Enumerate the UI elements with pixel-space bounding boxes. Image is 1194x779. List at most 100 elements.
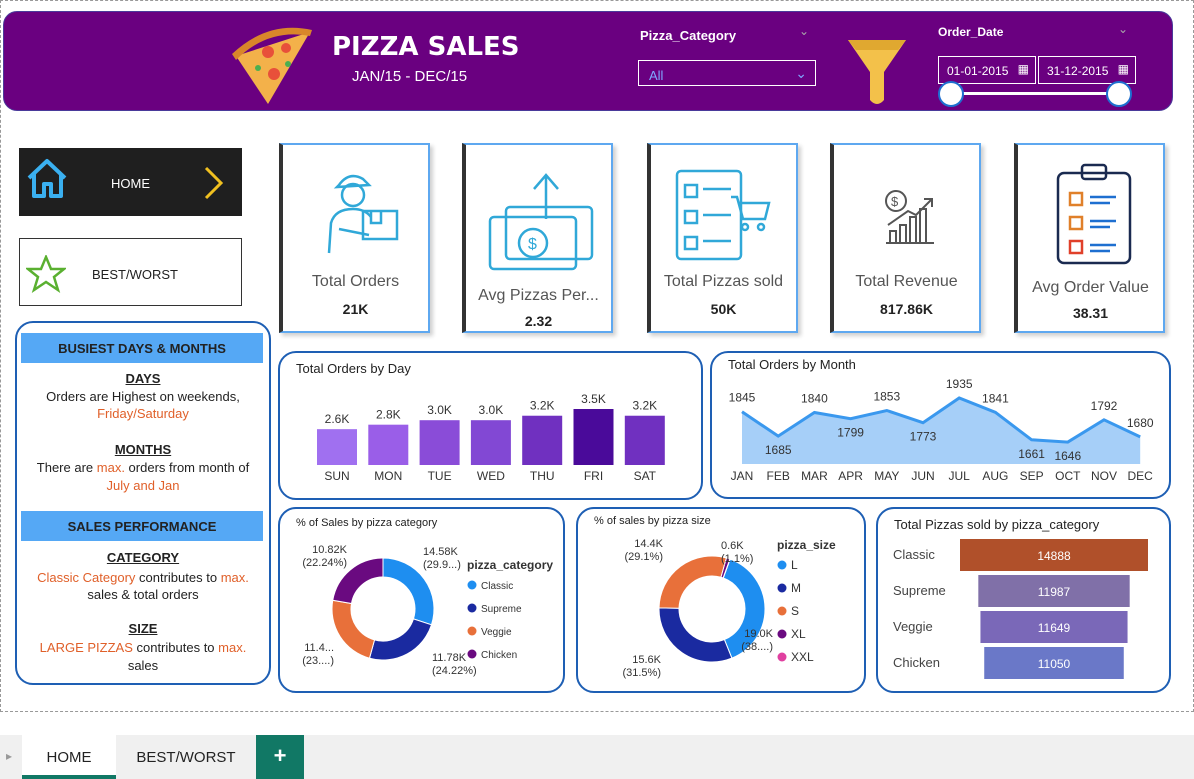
add-page-button[interactable]: + (256, 735, 304, 779)
size-text-b: contributes to (132, 640, 219, 655)
data-label: 11649 (1038, 621, 1071, 635)
data-label: 14888 (1037, 549, 1071, 563)
kpi-card-total-pizzas: Total Pizzas sold 50K (647, 143, 798, 333)
size-text-c: max. (218, 640, 247, 655)
page-subtitle: JAN/15 - DEC/15 (352, 68, 468, 85)
home-nav-button[interactable]: HOME (19, 148, 242, 216)
category-dropdown-value: All (649, 68, 664, 83)
x-tick-label: NOV (1091, 469, 1117, 483)
category-label: Classic (893, 547, 935, 562)
category-label: Veggie (893, 619, 933, 634)
x-tick-label: DEC (1128, 469, 1154, 483)
kpi-label: Total Revenue (855, 273, 958, 290)
orders-by-day-panel: Total Orders by Day 2.6K SUN 2.8K MON 3.0K TU… (278, 351, 703, 500)
months-text-a: There are (36, 460, 97, 475)
data-label-pct: (38....) (741, 641, 773, 653)
data-label: 11987 (1038, 585, 1071, 599)
insights-panel: BUSIEST DAYS & MONTHS DAYS Orders are Hi… (15, 321, 271, 685)
data-label: 3.2K (530, 399, 555, 413)
svg-text:$: $ (891, 194, 899, 209)
scroll-left-icon[interactable]: ▸ (6, 749, 12, 763)
months-text: There are max. orders from month of (17, 459, 269, 476)
kpi-label: Total Orders (311, 273, 400, 290)
category-filter-label: Pizza_Category (640, 28, 737, 43)
delivery-person-icon (327, 174, 399, 254)
date-slider-track[interactable] (951, 92, 1119, 95)
legend-marker (467, 626, 477, 636)
days-text: Orders are Highest on weekends, (46, 389, 240, 404)
date-slider-end-handle[interactable] (1106, 81, 1132, 107)
calendar-icon[interactable]: ▦ (1118, 62, 1129, 76)
tab-best-worst[interactable]: BEST/WORST (118, 735, 254, 779)
start-date-input[interactable]: 01-01-2015 ▦ (938, 56, 1036, 84)
data-label-pct: (22.24%) (302, 557, 347, 569)
x-tick-label: FEB (767, 469, 790, 483)
chevron-down-icon[interactable]: ⌄ (799, 24, 809, 38)
legend-entry: Supreme (481, 604, 522, 615)
category-text-b: contributes to (135, 570, 221, 585)
data-label: 1661 (1018, 447, 1045, 461)
data-label: 1773 (910, 430, 937, 444)
kpi-label: Avg Order Value (1032, 279, 1149, 296)
days-heading: DAYS (125, 371, 161, 386)
size-text: LARGE PIZZAS contributes to max. (17, 639, 269, 656)
size-text-a: LARGE PIZZAS (39, 640, 133, 655)
best-worst-nav-button[interactable]: BEST/WORST (19, 238, 242, 306)
date-slider-start-handle[interactable] (938, 81, 964, 107)
data-label: 10.82K (312, 544, 348, 556)
legend-entry: Chicken (481, 650, 517, 661)
sales-by-size-donut: pizza_size LMS XL XXL 19.0K(38....) 15.6K(31.… (622, 538, 836, 679)
x-tick-label: WED (477, 469, 505, 483)
category-text-c: max. (220, 570, 249, 585)
legend-entry: S (791, 604, 799, 618)
bar (624, 415, 665, 465)
pizza-icon (232, 27, 312, 104)
end-date-input[interactable]: 31-12-2015 ▦ (1038, 56, 1136, 84)
donut-slice (368, 618, 433, 661)
date-filter-label: Order_Date (938, 25, 1004, 39)
page-tabs-bar: ▸ HOME BEST/WORST + (0, 735, 1194, 779)
x-tick-label: SEP (1020, 469, 1044, 483)
data-label: 1840 (801, 391, 828, 405)
data-label: 15.6K (632, 654, 661, 666)
home-nav-label: HOME (111, 176, 150, 191)
x-tick-label: SAT (634, 469, 657, 483)
x-tick-label: JAN (731, 469, 754, 483)
data-label: 11.78K (432, 652, 467, 664)
months-heading: MONTHS (114, 442, 172, 457)
chevron-down-icon[interactable]: ⌄ (1118, 22, 1128, 36)
data-label: 19.0K (744, 628, 773, 640)
legend-marker (777, 629, 787, 639)
data-label: 11.4... (304, 642, 334, 654)
x-tick-label: TUE (428, 469, 452, 483)
data-label: 1685 (765, 443, 792, 457)
orders-by-day-chart: 2.6K SUN 2.8K MON 3.0K TUE 3.0K WED 3.2K THU 3.5K F… (317, 392, 665, 483)
legend-marker (467, 649, 477, 659)
data-label: 1935 (946, 377, 973, 391)
category-dropdown[interactable]: All ⌄ (638, 60, 816, 86)
revenue-growth-icon: $ (885, 190, 934, 244)
donut-slice (658, 555, 728, 609)
x-tick-label: THU (530, 469, 555, 483)
data-label-pct: (29.1%) (624, 551, 663, 563)
data-label: 3.5K (581, 392, 606, 406)
bar (470, 420, 511, 465)
category-label: Chicken (893, 655, 940, 670)
data-label: 1845 (729, 391, 756, 405)
donut-slice (331, 599, 376, 659)
start-date-value: 01-01-2015 (947, 64, 1009, 78)
bar (368, 424, 409, 465)
calendar-icon[interactable]: ▦ (1018, 62, 1029, 76)
data-label-pct: (23....) (302, 655, 334, 667)
category-label: Supreme (893, 583, 946, 598)
data-label-pct: (31.5%) (622, 667, 661, 679)
kpi-value: 817.86K (880, 301, 933, 317)
data-label: 1646 (1054, 449, 1081, 463)
kpi-card-avg-pizzas: $ Avg Pizzas Per... 2.32 (462, 143, 613, 333)
data-label: 2.8K (376, 408, 401, 422)
bar (317, 429, 357, 465)
tab-home[interactable]: HOME (22, 735, 116, 779)
best-worst-nav-label: BEST/WORST (92, 267, 178, 282)
kpi-value: 21K (342, 301, 369, 317)
kpi-value: 2.32 (524, 313, 553, 329)
